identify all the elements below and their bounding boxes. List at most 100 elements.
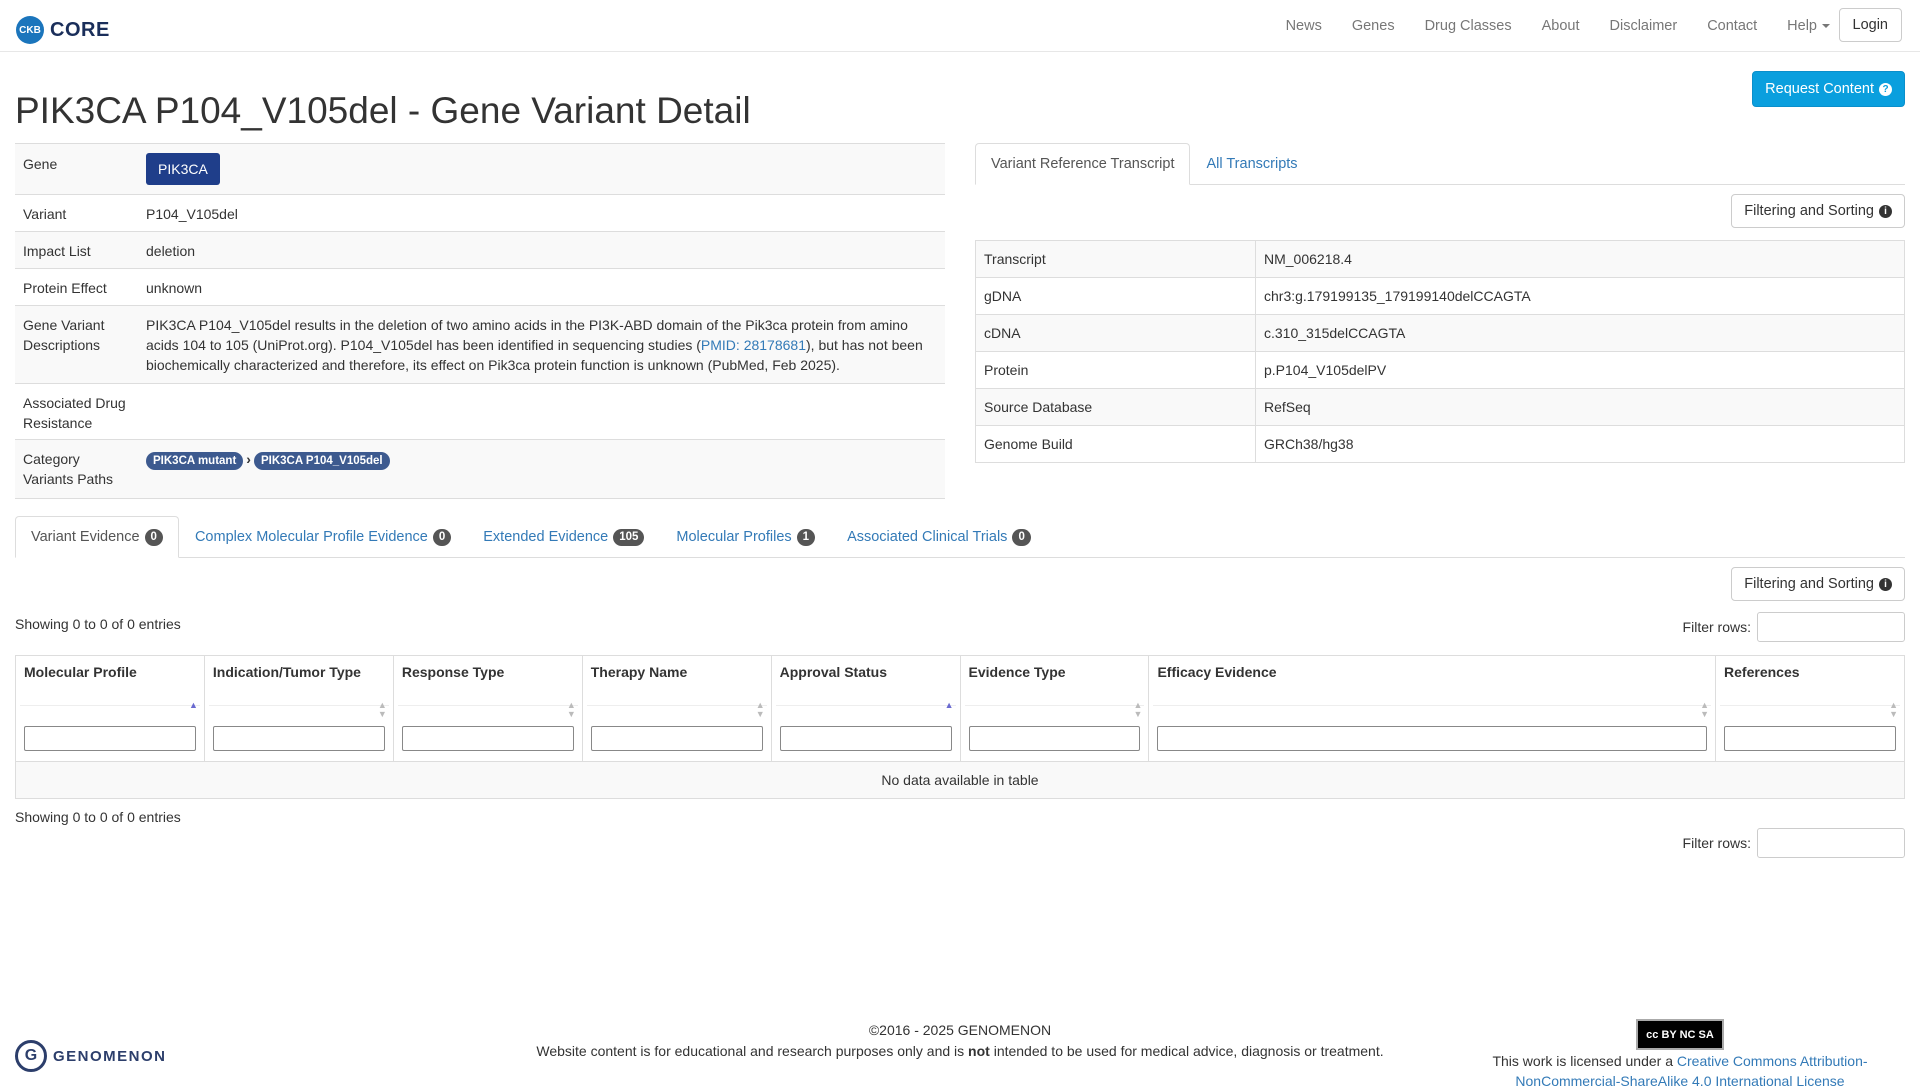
- sort-asc-icon: ▲: [944, 700, 954, 710]
- cdna-value: c.310_315delCCAGTA: [1255, 314, 1905, 352]
- count-badge: 105: [613, 528, 645, 546]
- column-filter-input[interactable]: [779, 726, 952, 751]
- tab-variant-reference-transcript[interactable]: Variant Reference Transcript: [975, 143, 1191, 185]
- tab-variant-evidence[interactable]: Variant Evidence 0: [15, 516, 179, 558]
- variant-label: Variant: [15, 194, 138, 232]
- source-database-row: Source Database RefSeq: [975, 388, 1905, 426]
- variant-row: Variant P104_V105del: [15, 194, 945, 232]
- protein-row: Protein p.P104_V105delPV: [975, 351, 1905, 389]
- sort-icon: ▲ ▼: [1889, 700, 1898, 719]
- nav-genes[interactable]: Genes: [1352, 18, 1395, 34]
- column-header-label: Efficacy Evidence: [1157, 664, 1277, 680]
- header-row: Molecular Profile ▲ Indication/Tumor Type…: [15, 655, 1905, 762]
- cc-license-badge[interactable]: cc BY NC SA: [1636, 1019, 1724, 1050]
- source-database-label: Source Database: [975, 388, 1256, 426]
- filter-rows-input[interactable]: [1757, 612, 1905, 642]
- genome-build-value: GRCh38/hg38: [1255, 425, 1905, 463]
- protein-effect-value: unknown: [138, 268, 945, 306]
- gene-label: Gene: [15, 143, 138, 195]
- column-header-label: Response Type: [401, 664, 505, 680]
- nav-contact[interactable]: Contact: [1707, 18, 1757, 34]
- column-header[interactable]: Evidence Type ▲ ▼: [959, 655, 1150, 762]
- column-header-label: Indication/Tumor Type: [212, 664, 361, 680]
- gene-link-button[interactable]: PIK3CA: [146, 153, 220, 185]
- sort-icon: ▲ ▼: [1700, 700, 1710, 719]
- sort-asc-icon: ▲: [188, 700, 198, 710]
- column-header-label: Therapy Name: [590, 664, 688, 680]
- chevron-right-icon: ›: [246, 451, 251, 467]
- column-header-label: Molecular Profile: [24, 664, 137, 680]
- empty-table-message: No data available in table: [15, 761, 1905, 799]
- genomenon-logo[interactable]: G GENOMENON: [15, 1040, 167, 1072]
- genome-build-label: Genome Build: [975, 425, 1256, 463]
- column-header[interactable]: Therapy Name ▲ ▼: [581, 655, 772, 762]
- column-filter-input[interactable]: [1724, 726, 1896, 751]
- request-content-button[interactable]: Request Content ?: [1752, 71, 1905, 107]
- column-header[interactable]: Molecular Profile ▲: [15, 655, 205, 762]
- descriptions-label: Gene Variant Descriptions: [15, 305, 138, 384]
- evidence-filtering-sorting-button[interactable]: Filtering and Sorting i: [1731, 567, 1905, 601]
- nav-drug-classes[interactable]: Drug Classes: [1425, 18, 1512, 34]
- column-header[interactable]: Approval Status ▲: [770, 655, 961, 762]
- column-filter-input[interactable]: [401, 726, 574, 751]
- cdna-label: cDNA: [975, 314, 1256, 352]
- nav-help-dropdown[interactable]: Help: [1787, 18, 1830, 34]
- info-icon: i: [1879, 204, 1892, 218]
- pmid-link[interactable]: PMID: 28178681: [701, 337, 806, 353]
- license-prefix: This work is licensed under a: [1492, 1053, 1677, 1069]
- nav-links: News Genes Drug Classes About Disclaimer…: [1256, 0, 1830, 52]
- tab-label: Molecular Profiles: [676, 529, 792, 545]
- brand-logo-link[interactable]: CKB CORE: [16, 16, 110, 44]
- login-button[interactable]: Login: [1838, 8, 1902, 42]
- column-filter-input[interactable]: [968, 726, 1141, 751]
- column-header-label: References: [1724, 664, 1800, 680]
- disclaimer-part1: Website content is for educational and r…: [536, 1043, 969, 1059]
- category-path-pill[interactable]: PIK3CA mutant: [146, 452, 244, 470]
- showing-entries-top: Showing 0 to 0 of 0 entries: [15, 616, 181, 632]
- protein-label: Protein: [975, 351, 1256, 389]
- column-filter-input[interactable]: [212, 726, 385, 751]
- impact-row: Impact List deletion: [15, 231, 945, 269]
- column-filter-input[interactable]: [24, 726, 196, 751]
- column-filter-input[interactable]: [1157, 726, 1708, 751]
- protein-effect-label: Protein Effect: [15, 268, 138, 306]
- tab-associated-clinical-trials[interactable]: Associated Clinical Trials 0: [831, 516, 1047, 558]
- disclaimer-bold: not: [968, 1043, 990, 1059]
- count-badge: 0: [1012, 528, 1031, 546]
- category-path-pill[interactable]: PIK3CA P104_V105del: [253, 452, 390, 470]
- impact-value: deletion: [138, 231, 945, 269]
- tab-label: Associated Clinical Trials: [847, 529, 1008, 545]
- column-filter-input[interactable]: [590, 726, 763, 751]
- disclaimer-part2: intended to be used for medical advice, …: [989, 1043, 1384, 1059]
- genome-build-row: Genome Build GRCh38/hg38: [975, 425, 1905, 463]
- nav-about[interactable]: About: [1542, 18, 1580, 34]
- column-header[interactable]: References ▲ ▼: [1715, 655, 1905, 762]
- sort-icon: ▲ ▼: [377, 700, 387, 719]
- evidence-tabs: Variant Evidence 0 Complex Molecular Prof…: [15, 516, 1905, 558]
- column-header[interactable]: Indication/Tumor Type ▲ ▼: [203, 655, 394, 762]
- descriptions-row: Gene Variant Descriptions PIK3CA P104_V1…: [15, 305, 945, 384]
- tab-label: Variant Evidence: [31, 529, 140, 545]
- nav-news[interactable]: News: [1286, 18, 1322, 34]
- sort-icon: ▲ ▼: [1133, 700, 1143, 719]
- tab-complex-molecular-profile-evidence[interactable]: Complex Molecular Profile Evidence 0: [179, 516, 467, 558]
- transcript-tabs: Variant Reference Transcript All Transcr…: [975, 143, 1905, 185]
- transcript-filtering-sorting-button[interactable]: Filtering and Sorting i: [1731, 194, 1905, 228]
- showing-entries-bottom: Showing 0 to 0 of 0 entries: [15, 809, 181, 825]
- nav-disclaimer[interactable]: Disclaimer: [1610, 18, 1678, 34]
- variant-value: P104_V105del: [138, 194, 945, 232]
- column-header[interactable]: Efficacy Evidence ▲ ▼: [1148, 655, 1717, 762]
- info-icon: i: [1879, 577, 1892, 591]
- tab-molecular-profiles[interactable]: Molecular Profiles 1: [660, 516, 831, 558]
- tab-all-transcripts[interactable]: All Transcripts: [1190, 143, 1313, 185]
- count-badge: 0: [144, 528, 163, 546]
- tab-extended-evidence[interactable]: Extended Evidence 105: [467, 516, 660, 558]
- empty-row: No data available in table: [15, 761, 1905, 799]
- license-text: This work is licensed under a Creative C…: [1440, 1051, 1920, 1091]
- filter-rows-input[interactable]: [1757, 828, 1905, 858]
- column-header[interactable]: Response Type ▲ ▼: [392, 655, 583, 762]
- gdna-label: gDNA: [975, 277, 1256, 315]
- transcript-value: NM_006218.4: [1255, 240, 1905, 278]
- drug-resistance-value: [138, 383, 945, 440]
- question-icon: ?: [1879, 82, 1892, 96]
